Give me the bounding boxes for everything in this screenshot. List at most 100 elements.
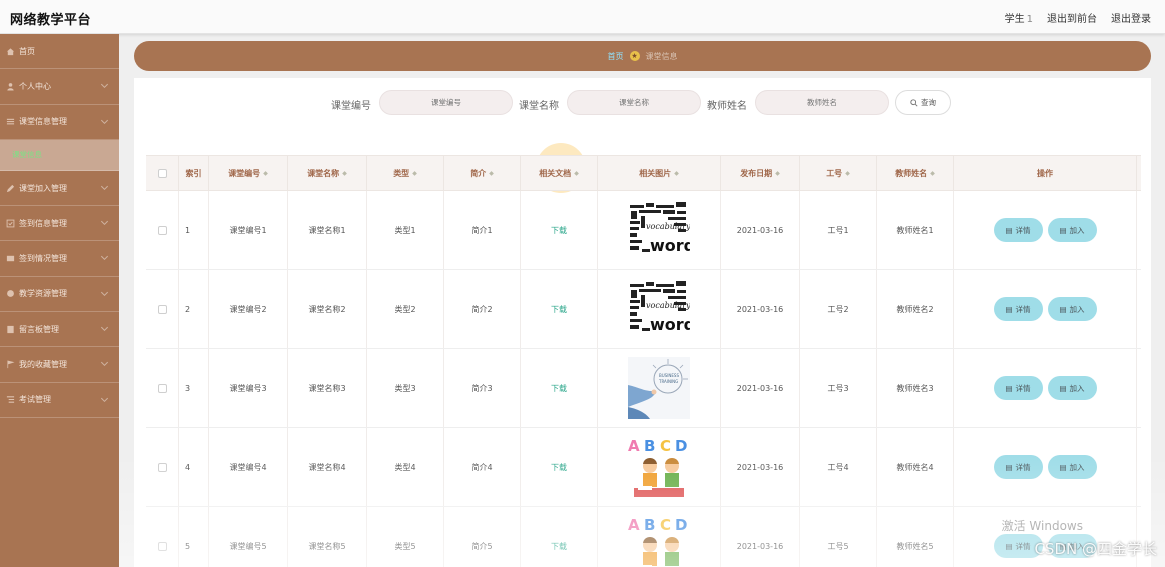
- sidebar-item-1[interactable]: 首页: [0, 34, 119, 70]
- column-header[interactable]: 相关图片 ◆: [598, 156, 721, 190]
- user-label: 学生: [1004, 14, 1025, 25]
- teacher-search-input[interactable]: [755, 90, 889, 115]
- join-button[interactable]: ▤ 加入: [1047, 455, 1097, 479]
- select-all-checkbox[interactable]: [157, 168, 167, 178]
- search-button[interactable]: 查询: [895, 90, 951, 115]
- row-checkbox-cell: [146, 270, 179, 348]
- detail-button[interactable]: ▤ 详情: [993, 297, 1043, 321]
- column-header[interactable]: 相关文档 ◆: [521, 156, 598, 190]
- column-header-label: 简介: [470, 168, 487, 178]
- logout-link[interactable]: 退出登录: [1111, 10, 1151, 25]
- row-checkbox[interactable]: [157, 225, 167, 235]
- type-text: 类型5: [394, 541, 416, 551]
- download-link[interactable]: 下载: [551, 225, 567, 236]
- staff_no-text: 工号3: [827, 383, 849, 393]
- join-icon: ▤: [1059, 462, 1067, 472]
- detail-button[interactable]: ▤ 详情: [993, 218, 1043, 242]
- row-checkbox[interactable]: [157, 462, 167, 472]
- staff_no-text: 工号1: [827, 225, 849, 235]
- sidebar-item-8[interactable]: 留言板管理: [0, 312, 119, 348]
- sidebar-item-10[interactable]: 考试管理: [0, 383, 119, 418]
- column-header-label: 教师姓名: [895, 168, 928, 178]
- sidebar-item-3[interactable]: 课堂信息管理: [0, 105, 119, 140]
- detail-icon: ▤: [1005, 383, 1013, 393]
- join-button[interactable]: ▤ 加入: [1047, 218, 1097, 242]
- detail-button[interactable]: ▤ 详情: [993, 455, 1043, 479]
- code-search-input[interactable]: [379, 90, 513, 115]
- sort-icon[interactable]: ◆: [574, 170, 579, 177]
- code-text: 课堂编号3: [229, 383, 267, 393]
- svg-text:D: D: [675, 437, 687, 455]
- sidebar-item-2[interactable]: 个人中心: [0, 69, 119, 105]
- name-text: 课堂名称4: [308, 462, 346, 472]
- sort-icon[interactable]: ◆: [775, 170, 780, 177]
- table-header: 索引 课堂编号 ◆ 课堂名称 ◆ 类型 ◆ 简介 ◆ 相关文档 ◆ 相关图片 ◆ 发布日期 ◆ 工号 ◆ 教师姓名…: [146, 155, 1141, 191]
- column-header[interactable]: 课堂名称 ◆: [288, 156, 367, 190]
- column-header: 操作: [954, 156, 1137, 190]
- join-button[interactable]: ▤ 加入: [1047, 297, 1097, 321]
- sidebar-item-7[interactable]: 教学资源管理: [0, 277, 119, 313]
- cell-date: 2021-03-16: [721, 191, 800, 269]
- index-text: 2: [185, 304, 191, 314]
- detail-button[interactable]: ▤ 详情: [993, 376, 1043, 400]
- column-header[interactable]: 类型 ◆: [367, 156, 444, 190]
- cell-actions: ▤ 详情 ▤ 加入: [954, 191, 1137, 269]
- svg-text:C: C: [660, 516, 671, 534]
- chevron-down-icon: [100, 116, 109, 124]
- date-text: 2021-03-16: [736, 541, 784, 551]
- sort-icon[interactable]: ◆: [930, 170, 935, 177]
- sidebar-item-6[interactable]: 签到情况管理: [0, 241, 119, 277]
- column-header[interactable]: 简介 ◆: [444, 156, 521, 190]
- sidebar-item-5[interactable]: 签到信息管理: [0, 206, 119, 242]
- top-bar: 网络教学平台 学生 1 退出到前台 退出登录: [0, 0, 1165, 34]
- sidebar-subitem-course-info[interactable]: 课堂信息: [0, 139, 119, 171]
- column-header[interactable]: 发布日期 ◆: [721, 156, 800, 190]
- user-number: 1: [1026, 14, 1033, 25]
- column-header[interactable]: 课堂编号 ◆: [209, 156, 288, 190]
- index-text: 4: [185, 462, 191, 472]
- type-text: 类型4: [394, 462, 416, 472]
- row-checkbox[interactable]: [157, 541, 167, 551]
- chevron-down-icon: [100, 359, 109, 367]
- chevron-down-icon: [100, 394, 109, 402]
- cell-code: 课堂编号1: [209, 191, 288, 269]
- flag-icon: [5, 360, 15, 370]
- sort-icon[interactable]: ◆: [674, 170, 679, 177]
- join-button-label: 加入: [1069, 304, 1085, 314]
- download-link[interactable]: 下载: [551, 304, 567, 315]
- row-checkbox[interactable]: [157, 304, 167, 314]
- cell-image: ABCD: [598, 428, 721, 506]
- cell-name: 课堂名称5: [288, 507, 367, 567]
- current-user: 学生 1: [1005, 10, 1033, 25]
- sort-icon[interactable]: ◆: [263, 170, 268, 177]
- staff_no-text: 工号5: [827, 541, 849, 551]
- row-checkbox[interactable]: [157, 383, 167, 393]
- sidebar-item-label: 留言板管理: [19, 324, 59, 334]
- type-text: 类型1: [394, 225, 416, 235]
- download-link[interactable]: 下载: [551, 462, 567, 473]
- sort-icon[interactable]: ◆: [412, 170, 417, 177]
- search-icon: [910, 98, 918, 107]
- sidebar-item-4[interactable]: 课堂加入管理: [0, 171, 119, 207]
- column-header[interactable]: 教师姓名 ◆: [877, 156, 954, 190]
- date-text: 2021-03-16: [736, 462, 784, 472]
- sort-icon[interactable]: ◆: [489, 170, 494, 177]
- sidebar-item-label: 我的收藏管理: [19, 360, 67, 370]
- detail-icon: ▤: [1005, 462, 1013, 472]
- column-header-label: 类型: [393, 168, 410, 178]
- column-header[interactable]: 工号 ◆: [800, 156, 877, 190]
- column-header[interactable]: 索引: [179, 156, 209, 190]
- sidebar-item-9[interactable]: 我的收藏管理: [0, 347, 119, 383]
- back-to-front-link[interactable]: 退出到前台: [1047, 10, 1097, 25]
- sort-icon[interactable]: ◆: [342, 170, 347, 177]
- download-link[interactable]: 下载: [551, 383, 567, 394]
- join-button[interactable]: ▤ 加入: [1047, 376, 1097, 400]
- sidebar-item-label: 个人中心: [19, 81, 51, 91]
- breadcrumb-home[interactable]: 首页: [608, 51, 624, 62]
- intro-text: 简介3: [471, 383, 493, 393]
- download-link[interactable]: 下载: [551, 541, 567, 552]
- name-search-input[interactable]: [567, 90, 701, 115]
- sort-icon[interactable]: ◆: [845, 170, 850, 177]
- cell-image: vocabulary words: [598, 191, 721, 269]
- cell-staff_no: 工号2: [800, 270, 877, 348]
